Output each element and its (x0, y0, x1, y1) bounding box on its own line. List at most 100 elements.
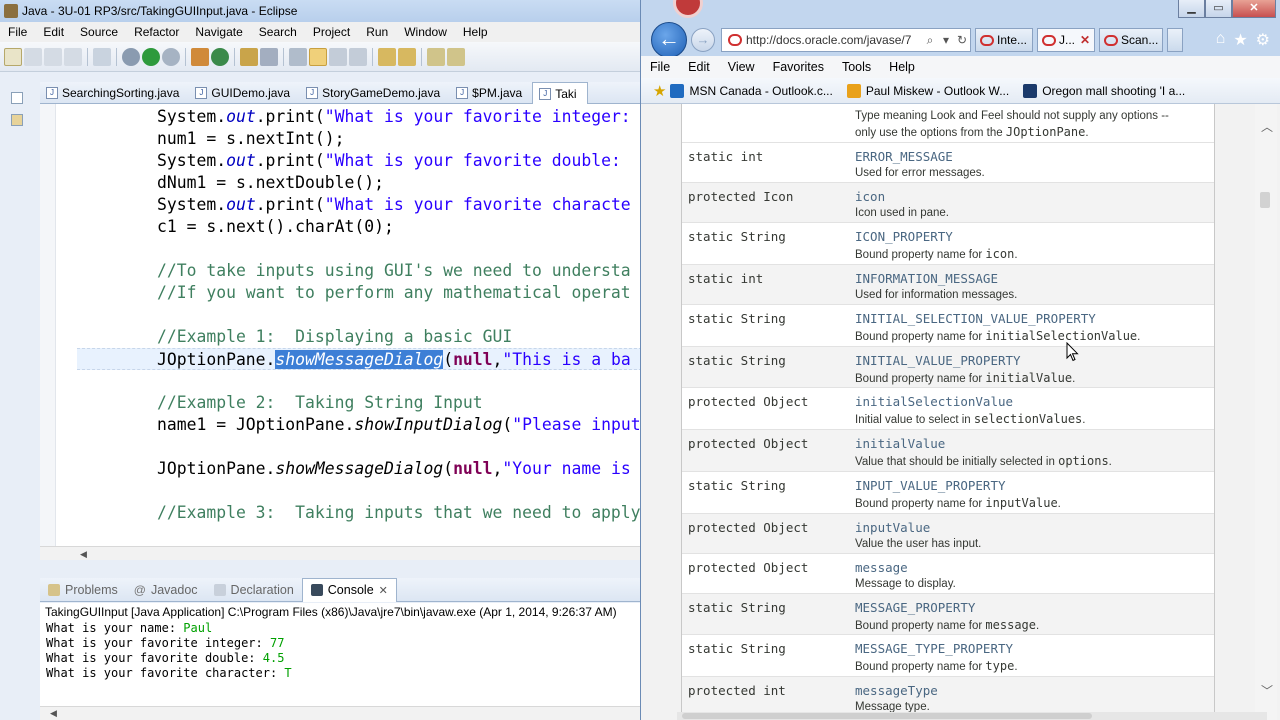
tab-guidemo[interactable]: J GUIDemo.java (189, 82, 300, 104)
news-icon (1023, 83, 1038, 98)
scroll-left-icon[interactable]: ◀ (80, 549, 87, 560)
scroll-left-icon[interactable]: ◀ (50, 708, 57, 719)
java-file-icon: J (306, 87, 319, 99)
field-description: Type meaning Look and Feel should not su… (855, 110, 1169, 122)
comment-line: //Example 1: Displaying a basic GUI (157, 327, 513, 346)
search-icon[interactable]: ⌕ (922, 33, 938, 48)
menu-file[interactable]: File (0, 25, 35, 39)
run-icon[interactable] (142, 47, 160, 66)
restore-icon[interactable] (11, 92, 23, 104)
tab-declaration[interactable]: Declaration (206, 578, 302, 602)
settings-gear-icon[interactable]: ⚙ (1256, 30, 1270, 50)
search-icon[interactable] (260, 47, 278, 66)
close-button[interactable]: ✕ (1232, 0, 1276, 18)
toggle-mark-icon[interactable] (289, 47, 307, 66)
tab-problems[interactable]: Problems (40, 578, 126, 602)
table-row: static String MESSAGE_PROPERTY Bound pro… (682, 593, 1214, 634)
tab-storygamedemo[interactable]: J StoryGameDemo.java (300, 82, 450, 104)
page-content[interactable]: Type meaning Look and Feel should not su… (641, 104, 1280, 720)
external-tools-icon[interactable] (162, 47, 180, 66)
code-line: dNum1 = s.nextDouble(); (157, 173, 384, 192)
menu-favorites[interactable]: Favorites (764, 60, 833, 74)
maximize-button[interactable]: ▭ (1205, 0, 1232, 18)
browser-menu-bar: File Edit View Favorites Tools Help (641, 56, 1280, 78)
close-tab-icon[interactable]: ✕ (1080, 33, 1090, 47)
block-selection-icon[interactable] (329, 47, 347, 66)
tab-takingguiinput[interactable]: J Taki (532, 82, 588, 104)
next-annotation-icon[interactable] (378, 47, 396, 66)
field-description: only use the options from the JOptionPan… (855, 125, 1089, 139)
table-row: static int ERROR_MESSAGE Used for error … (682, 142, 1214, 182)
console-output[interactable]: What is your name: Paul What is your fav… (40, 621, 645, 706)
eclipse-app-icon (4, 4, 18, 18)
favorite-link[interactable]: Paul Miskew - Outlook W... (846, 83, 1019, 98)
print-icon[interactable] (64, 47, 82, 66)
highlight-icon[interactable] (309, 47, 327, 66)
save-all-icon[interactable] (44, 47, 62, 66)
tab-pm[interactable]: J $PM.java (450, 82, 532, 104)
favorite-link[interactable]: Oregon mall shooting 'I a... (1023, 83, 1195, 98)
scroll-down-icon[interactable]: ﹀ (1261, 682, 1273, 699)
table-row: protected Object initialValue Value that… (682, 429, 1214, 471)
browser-tab[interactable]: Scan... (1099, 28, 1163, 52)
menu-edit[interactable]: Edit (35, 25, 72, 39)
minimize-button[interactable]: ▁ (1178, 0, 1205, 18)
forward-icon[interactable] (447, 47, 465, 66)
save-icon[interactable] (24, 47, 42, 66)
table-row: protected Object inputValue Value the us… (682, 513, 1214, 553)
page-horizontal-scrollbar[interactable] (677, 712, 1267, 720)
eclipse-title-bar: Java - 3U-01 RP3/src/TakingGUIInput.java… (0, 0, 645, 22)
menu-edit[interactable]: Edit (679, 60, 719, 74)
refresh-icon[interactable]: ↻ (954, 33, 970, 47)
open-type-icon[interactable] (240, 47, 258, 66)
previous-annotation-icon[interactable] (398, 47, 416, 66)
new-class-icon[interactable] (211, 47, 229, 66)
code-line: System.out.print("What is your favorite … (157, 107, 631, 126)
menu-tools[interactable]: Tools (833, 60, 880, 74)
menu-file[interactable]: File (641, 60, 679, 74)
back-icon[interactable] (427, 47, 445, 66)
problems-icon (48, 583, 60, 596)
home-icon[interactable]: ⌂ (1216, 30, 1226, 50)
package-explorer-icon[interactable] (11, 114, 23, 126)
favorites-star-icon[interactable]: ★ (653, 82, 666, 100)
scroll-up-icon[interactable]: ︿ (1261, 118, 1273, 135)
menu-navigate[interactable]: Navigate (187, 25, 250, 39)
dropdown-icon[interactable]: ▾ (938, 33, 954, 47)
new-tab-button[interactable] (1167, 28, 1183, 52)
scroll-thumb[interactable] (1260, 192, 1270, 208)
tab-console[interactable]: Console ✕ (301, 577, 397, 602)
tab-javadoc[interactable]: @ Javadoc (126, 578, 206, 602)
page-vertical-scrollbar[interactable]: ︿ ﹀ (1255, 104, 1277, 720)
address-bar[interactable]: http://docs.oracle.com/javase/7 ⌕ ▾ ↻ (721, 28, 971, 52)
editor-horizontal-scrollbar[interactable]: ◀ (40, 546, 645, 560)
favorite-link[interactable]: MSN Canada - Outlook.c... (670, 83, 842, 98)
browser-tab-active[interactable]: J... ✕ (1037, 28, 1095, 52)
menu-source[interactable]: Source (72, 25, 126, 39)
forward-button[interactable]: → (691, 28, 715, 52)
console-horizontal-scrollbar[interactable]: ◀ (40, 706, 645, 720)
menu-refactor[interactable]: Refactor (126, 25, 187, 39)
eclipse-title: Java - 3U-01 RP3/src/TakingGUIInput.java… (22, 4, 298, 18)
menu-view[interactable]: View (719, 60, 764, 74)
new-icon[interactable] (4, 47, 22, 66)
menu-search[interactable]: Search (251, 25, 305, 39)
menu-help[interactable]: Help (455, 25, 496, 39)
debug-icon[interactable] (122, 47, 140, 66)
console-icon (310, 584, 323, 596)
favorites-star-icon[interactable]: ★ (1233, 30, 1247, 50)
tab-searchingsorting[interactable]: J SearchingSorting.java (40, 82, 189, 104)
menu-help[interactable]: Help (880, 60, 924, 74)
browser-tab[interactable]: Inte... (975, 28, 1033, 52)
back-button[interactable]: ← (651, 22, 687, 58)
menu-window[interactable]: Window (396, 25, 455, 39)
close-icon[interactable]: ✕ (379, 584, 388, 597)
new-java-project-icon[interactable] (191, 47, 209, 66)
scroll-thumb[interactable] (682, 713, 1092, 719)
code-editor[interactable]: System.out.print("What is your favorite … (40, 104, 645, 546)
skip-breakpoints-icon[interactable] (93, 47, 111, 66)
show-whitespace-icon[interactable] (349, 47, 367, 66)
menu-run[interactable]: Run (358, 25, 396, 39)
address-url[interactable]: http://docs.oracle.com/javase/7 (746, 33, 922, 47)
menu-project[interactable]: Project (305, 25, 358, 39)
